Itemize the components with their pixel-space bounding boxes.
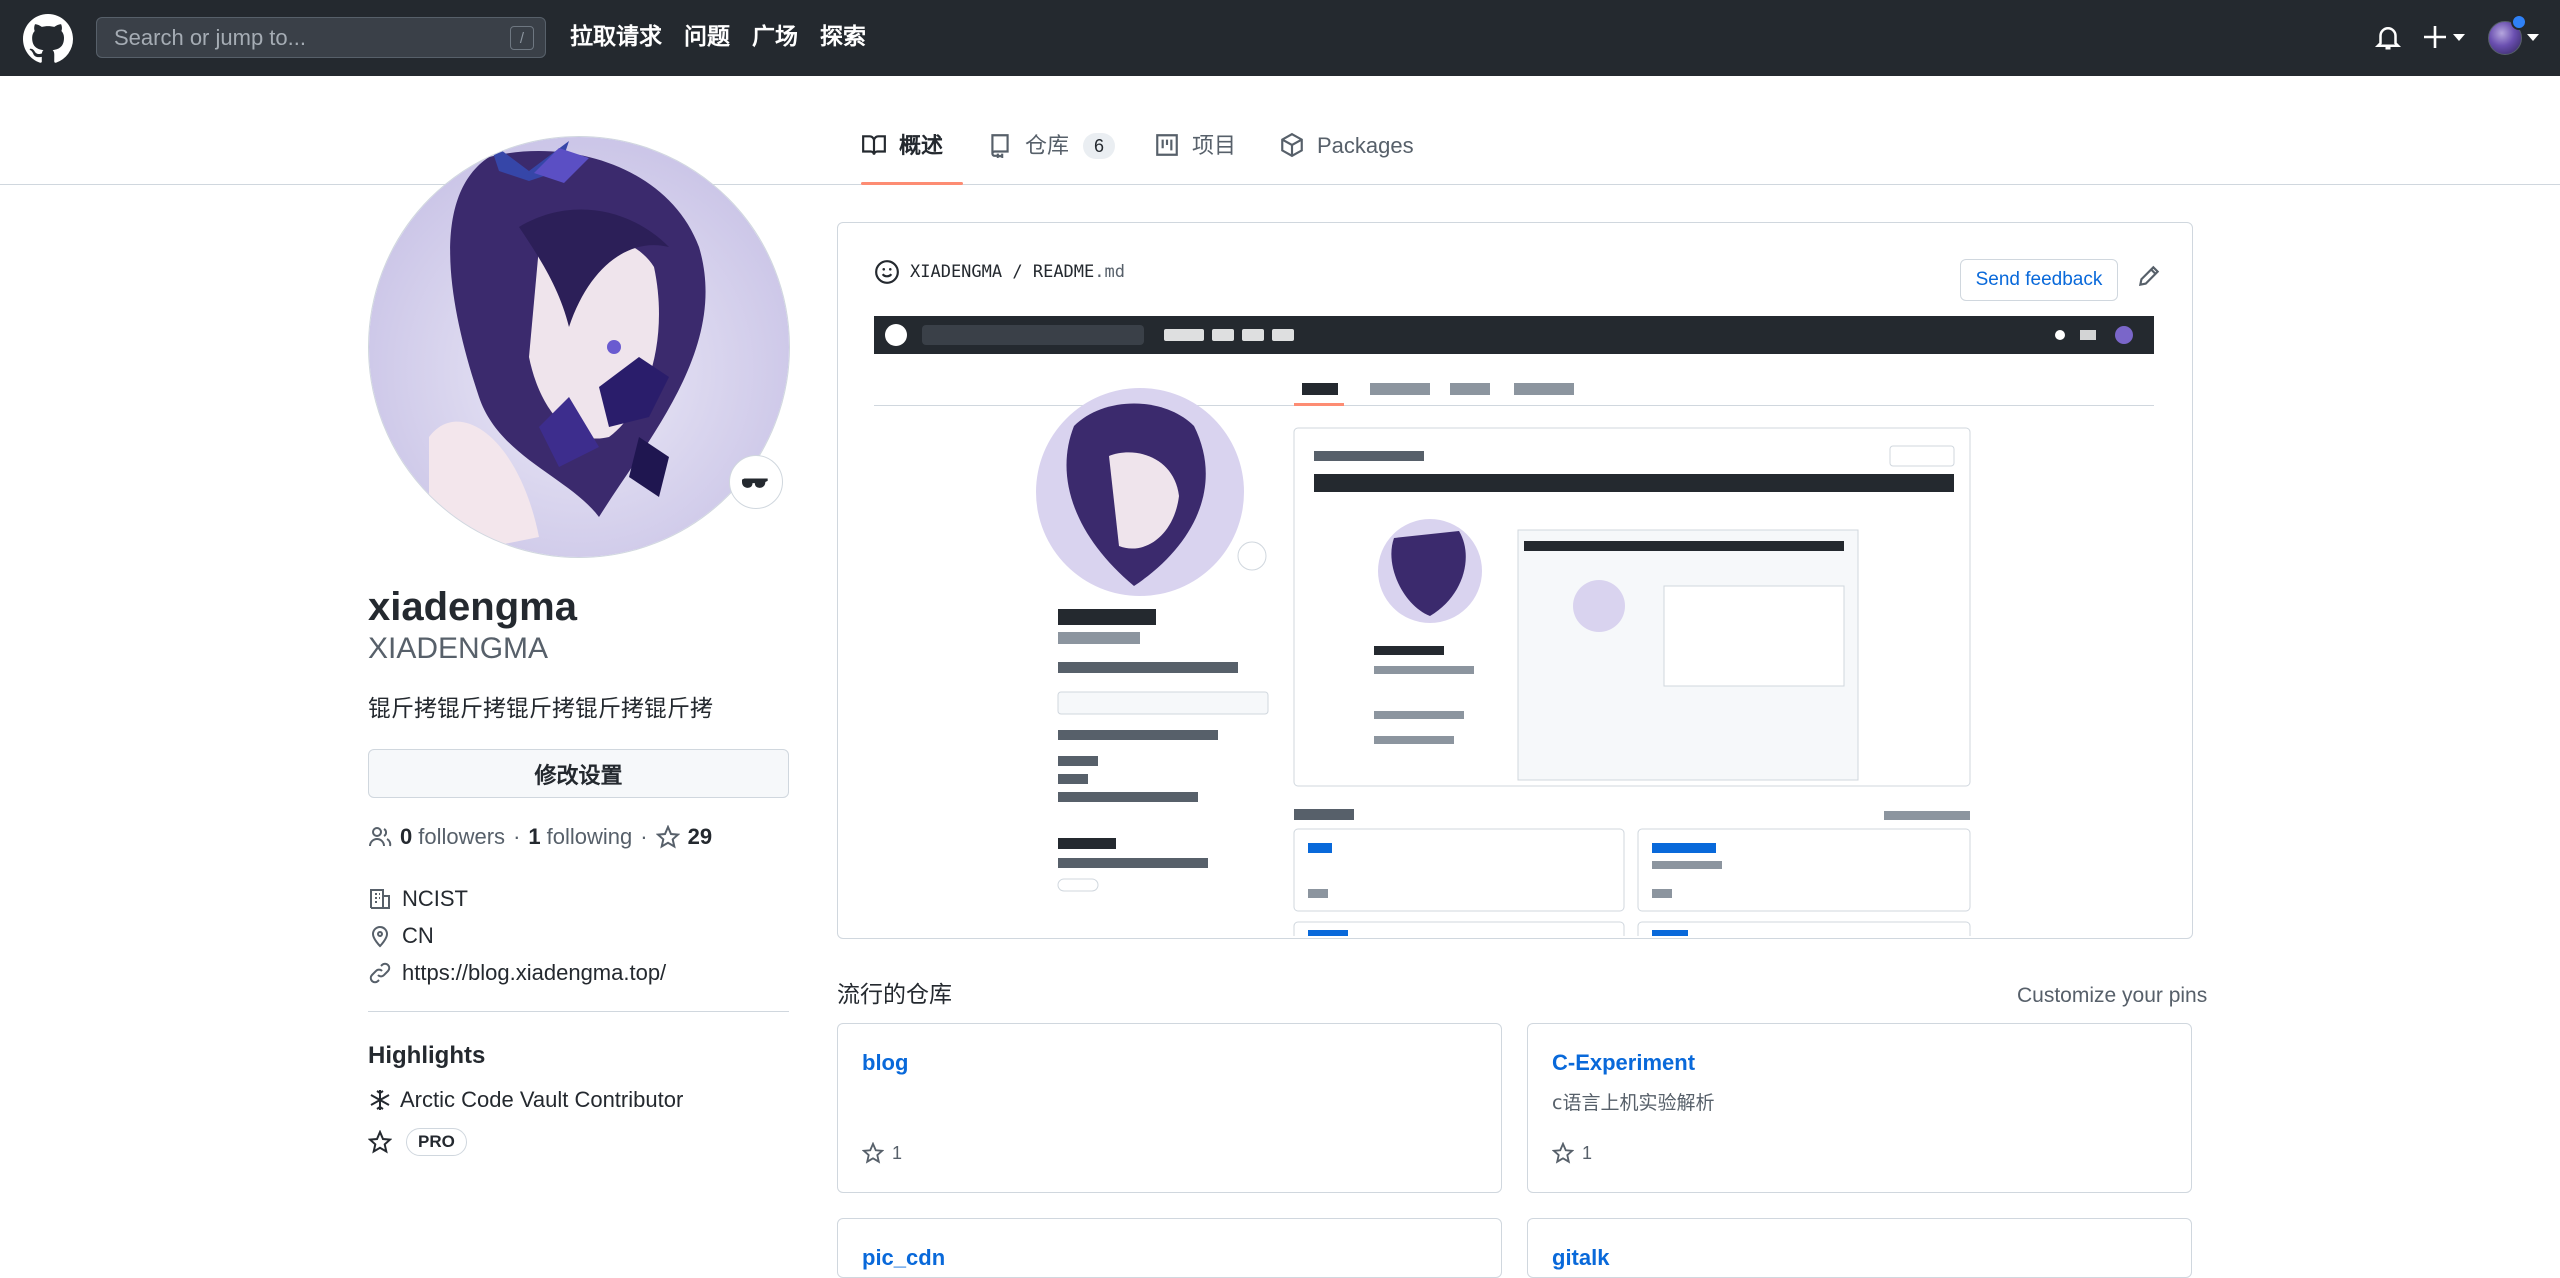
sunglasses-emoji-icon <box>742 478 768 488</box>
set-status-button[interactable] <box>729 455 783 509</box>
location-text: CN <box>402 923 434 948</box>
search-input[interactable] <box>97 24 497 51</box>
following-count[interactable]: 1 <box>528 821 540 853</box>
profile-bio: 锟斤拷锟斤拷锟斤拷锟斤拷锟斤拷 <box>368 696 713 722</box>
highlight-arctic-label: Arctic Code Vault Contributor <box>400 1087 684 1112</box>
company-text: NCIST <box>402 886 468 911</box>
tab-overview-label: 概述 <box>899 133 944 158</box>
tab-repositories-label: 仓库 <box>1025 133 1070 158</box>
tab-projects[interactable]: 项目 <box>1154 128 1236 185</box>
following-label[interactable]: following <box>547 821 633 853</box>
location-pin-icon <box>371 926 389 948</box>
anime-avatar-illustration <box>369 137 789 557</box>
repo-name-link[interactable]: C-Experiment <box>1552 1048 1695 1078</box>
tab-packages-label: Packages <box>1317 133 1414 158</box>
nav-explore[interactable]: 探索 <box>820 22 866 52</box>
organization-icon <box>370 889 390 909</box>
readme-owner[interactable]: XIADENGMA <box>910 262 1002 282</box>
chevron-down-icon[interactable] <box>2527 34 2539 41</box>
top-header: / 拉取请求 问题 广场 探索 <box>0 0 2560 76</box>
readme-path: XIADENGMA / README .md <box>874 259 1125 285</box>
project-icon <box>1156 134 1178 156</box>
tab-repositories[interactable]: 仓库 6 <box>987 128 1116 185</box>
highlight-pro: PRO <box>368 1128 467 1156</box>
follow-stats: 0 followers · 1 following · 29 <box>368 821 718 853</box>
pinned-repo-card: pic_cdn <box>837 1218 1502 1278</box>
followers-label[interactable]: followers <box>418 821 505 853</box>
repo-count-badge: 6 <box>1083 133 1116 159</box>
followers-count[interactable]: 0 <box>400 821 412 853</box>
stars-count[interactable]: 29 <box>688 821 712 853</box>
repo-stars-count: 1 <box>892 1142 903 1163</box>
global-nav: 拉取请求 问题 广场 探索 <box>570 22 888 52</box>
highlights-heading: Highlights <box>368 1042 486 1069</box>
snowflake-icon <box>370 1090 390 1110</box>
tab-packages[interactable]: Packages <box>1279 128 1414 185</box>
link-icon <box>369 962 391 984</box>
profile-username: XIADENGMA <box>368 632 549 665</box>
pinned-repo-card: blog 1 <box>837 1023 1502 1193</box>
repo-stars-count: 1 <box>1582 1142 1593 1163</box>
repo-icon <box>991 134 1009 158</box>
sidebar-divider <box>368 1011 789 1012</box>
pro-badge: PRO <box>406 1128 467 1156</box>
profile-location: CN <box>368 921 434 951</box>
highlight-item: Arctic Code Vault Contributor <box>368 1085 683 1115</box>
profile-avatar[interactable] <box>368 136 790 558</box>
readme-separator: / <box>1002 262 1033 282</box>
send-feedback-button[interactable]: Send feedback <box>1960 259 2118 301</box>
pencil-icon[interactable] <box>2136 263 2162 289</box>
pinned-repo-card: C-Experiment c语言上机实验解析 1 <box>1527 1023 2192 1193</box>
people-icon <box>369 826 392 847</box>
book-icon <box>862 135 886 155</box>
notification-dot <box>2511 14 2527 30</box>
repo-name-link[interactable]: blog <box>862 1048 908 1078</box>
profile-readme: XIADENGMA / README .md Send feedback <box>837 222 2193 939</box>
repo-stars[interactable]: 1 <box>862 1142 902 1164</box>
search-box[interactable]: / <box>96 17 546 58</box>
readme-file[interactable]: README <box>1033 262 1094 282</box>
nav-marketplace[interactable]: 广场 <box>752 22 798 52</box>
pinned-heading: 流行的仓库 <box>837 982 952 1008</box>
smiley-icon <box>875 260 899 284</box>
profile-full-name: xiadengma <box>368 585 577 629</box>
readme-ext: .md <box>1094 262 1125 282</box>
package-icon <box>1281 132 1303 158</box>
create-new-plus-icon[interactable] <box>2423 22 2467 52</box>
customize-pins-link[interactable]: Customize your pins <box>2017 981 2207 1011</box>
separator-dot: · <box>513 824 521 849</box>
separator-dot: · <box>640 824 648 849</box>
pinned-repo-card: gitalk <box>1527 1218 2192 1278</box>
nav-issues[interactable]: 问题 <box>684 22 730 52</box>
readme-screenshot-image <box>874 316 2154 936</box>
edit-profile-button[interactable]: 修改设置 <box>368 749 789 798</box>
nav-pull-requests[interactable]: 拉取请求 <box>570 22 662 52</box>
star-icon <box>862 1142 884 1164</box>
star-icon <box>368 1130 392 1154</box>
repo-stars[interactable]: 1 <box>1552 1142 1592 1164</box>
tab-overview[interactable]: 概述 <box>861 128 963 185</box>
notifications-bell-icon[interactable] <box>2373 22 2403 52</box>
repo-description: c语言上机实验解析 <box>1552 1092 1715 1114</box>
star-icon <box>1552 1142 1574 1164</box>
star-icon <box>655 825 680 849</box>
search-shortcut-key: / <box>510 26 534 50</box>
profile-company: NCIST <box>368 884 468 914</box>
tab-projects-label: 项目 <box>1192 133 1237 158</box>
website-link[interactable]: https://blog.xiadengma.top/ <box>402 958 666 988</box>
profile-website[interactable]: https://blog.xiadengma.top/ <box>368 958 666 988</box>
github-logo-icon[interactable] <box>23 14 73 64</box>
